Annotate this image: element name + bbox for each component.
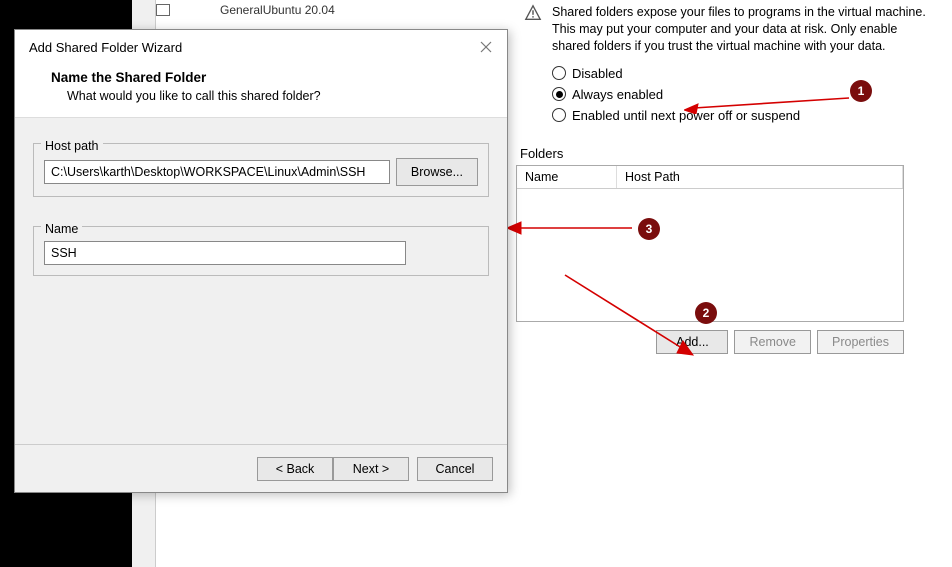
name-label: Name [41,222,82,236]
radio-label: Always enabled [572,87,663,102]
arrow-3 [507,218,637,238]
warning-text: Shared folders expose your files to prog… [552,4,928,55]
bg-tree-item: General [220,3,263,17]
arrow-1 [684,94,854,114]
annotation-badge-3: 3 [638,218,660,240]
wizard-header: Name the Shared Folder What would you li… [15,60,507,117]
annotation-badge-2: 2 [695,302,717,324]
close-icon [480,41,492,53]
col-name[interactable]: Name [517,166,617,188]
monitor-icon [156,4,170,16]
properties-button: Properties [817,330,904,354]
annotation-badge-1: 1 [850,80,872,102]
remove-button: Remove [734,330,811,354]
close-button[interactable] [477,38,495,56]
back-button[interactable]: < Back [257,457,333,481]
next-button[interactable]: Next > [333,457,409,481]
cancel-button[interactable]: Cancel [417,457,493,481]
radio-icon [552,108,566,122]
radio-disabled[interactable]: Disabled [552,63,936,84]
host-path-label: Host path [41,139,103,153]
name-input[interactable] [44,241,406,265]
col-host[interactable]: Host Path [617,166,903,188]
wizard-title-text: Add Shared Folder Wizard [29,40,182,55]
radio-icon [552,66,566,80]
wizard-titlebar: Add Shared Folder Wizard [15,30,507,60]
add-shared-folder-wizard: Add Shared Folder Wizard Name the Shared… [14,29,508,493]
browse-button[interactable]: Browse... [396,158,478,186]
wizard-body: Host path Browse... Name [15,117,507,304]
bg-tree-value: Ubuntu 20.04 [263,3,335,17]
folders-label: Folders [516,146,563,161]
wizard-footer: < Back Next > Cancel [15,444,507,492]
folders-header: Name Host Path [517,166,903,189]
radio-label: Disabled [572,66,623,81]
warning-icon [524,4,544,22]
wizard-subheading: What would you like to call this shared … [51,89,483,103]
host-path-input[interactable] [44,160,390,184]
bg-tree-row: General Ubuntu 20.04 [156,0,516,20]
name-field: Name [33,213,489,276]
warning-block: Shared folders expose your files to prog… [516,0,936,59]
host-path-field: Host path Browse... [33,130,489,197]
radio-icon [552,87,566,101]
arrow-2 [555,265,695,365]
wizard-heading: Name the Shared Folder [51,70,483,85]
